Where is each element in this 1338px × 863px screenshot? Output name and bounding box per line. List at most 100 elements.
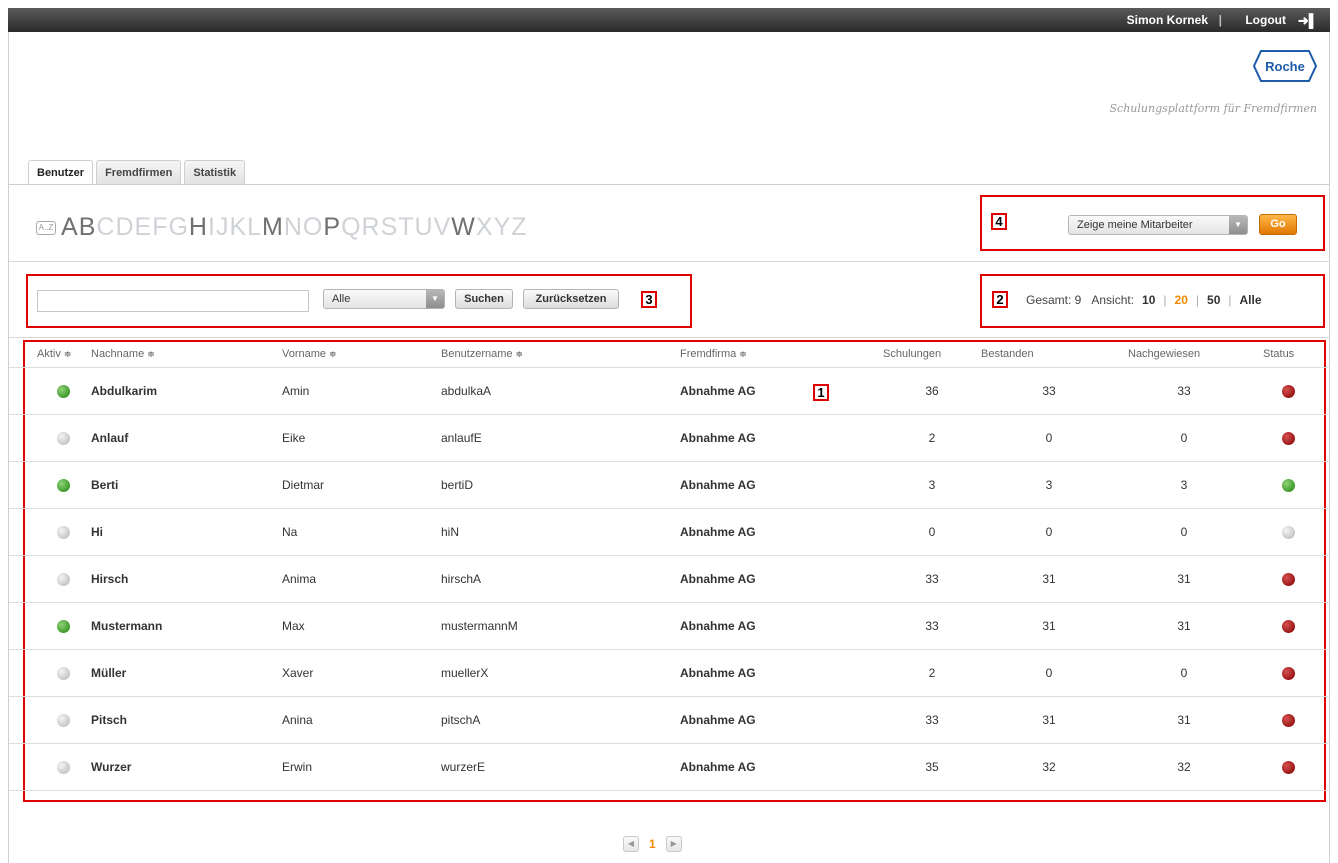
logout-icon[interactable]: ➜▌ — [1298, 13, 1318, 29]
sort-icon: ≑ — [147, 349, 155, 359]
table-row[interactable]: Hirsch Anima hirschA Abnahme AG 33 31 31 — [9, 555, 1330, 602]
employee-filter-value: Zeige meine Mitarbeiter — [1077, 219, 1193, 231]
table-bottom-border — [9, 790, 1330, 791]
alphabet-letter-j: J — [215, 213, 230, 241]
alphabet-letter-q: Q — [341, 213, 362, 241]
cell-vorname: Xaver — [282, 666, 314, 680]
alphabet-letter-a[interactable]: A — [61, 213, 79, 242]
cell-vorname: Na — [282, 525, 298, 539]
cell-vorname: Anina — [282, 713, 313, 727]
page-size-50[interactable]: 50 — [1199, 293, 1228, 307]
alphabet-letter-u: U — [414, 213, 434, 241]
cell-bestanden: 0 — [1045, 666, 1053, 680]
alphabet-letter-y: Y — [493, 213, 512, 241]
current-page[interactable]: 1 — [649, 837, 656, 851]
status-indicator-icon — [1282, 620, 1295, 633]
active-indicator-icon — [57, 526, 70, 539]
tab-benutzer[interactable]: Benutzer — [28, 160, 94, 185]
active-indicator-icon — [57, 573, 70, 586]
cell-nachname: Wurzer — [91, 760, 132, 774]
annotation-label-1: 1 — [813, 384, 829, 401]
active-indicator-icon — [57, 667, 70, 680]
table-row[interactable]: Wurzer Erwin wurzerE Abnahme AG 35 32 32 — [9, 743, 1330, 790]
search-scope-select[interactable]: Alle ▼ — [323, 289, 445, 309]
status-indicator-icon — [1282, 526, 1295, 539]
page-content: Roche Schulungsplattform für Fremdfirmen… — [8, 32, 1330, 863]
search-scope-value: Alle — [332, 293, 351, 305]
active-indicator-icon — [57, 385, 70, 398]
column-header-benutzername[interactable]: Benutzername ≑ — [441, 348, 523, 360]
table-row[interactable]: Müller Xaver muellerX Abnahme AG 2 0 0 — [9, 649, 1330, 696]
chevron-left-icon[interactable]: ◀ — [623, 836, 639, 852]
search-button[interactable]: Suchen — [455, 289, 513, 309]
alphabet-letter-p[interactable]: P — [323, 213, 341, 242]
table-row[interactable]: Mustermann Max mustermannM Abnahme AG 33 31 31 — [9, 602, 1330, 649]
cell-benutzername: muellerX — [441, 666, 489, 680]
alphabet-letter-v: V — [433, 213, 452, 241]
cell-nachname: Anlauf — [91, 431, 129, 445]
alphabet-letter-h[interactable]: H — [189, 213, 208, 242]
alphabet-letter-w[interactable]: W — [451, 213, 476, 242]
table-row[interactable]: Anlauf Eike anlaufE Abnahme AG 2 0 0 — [9, 414, 1330, 461]
reset-button[interactable]: Zurücksetzen — [523, 289, 619, 309]
column-header-aktiv[interactable]: Aktiv ≑ — [37, 348, 71, 360]
cell-bestanden: 3 — [1045, 478, 1053, 492]
alphabet-letter-m[interactable]: M — [262, 213, 284, 242]
page-size-10[interactable]: 10 — [1134, 293, 1163, 307]
cell-schulungen: 2 — [928, 666, 936, 680]
alphabet-letter-x: X — [475, 213, 494, 241]
table-row[interactable]: Hi Na hiN Abnahme AG 0 0 0 — [9, 508, 1330, 555]
cell-fremdfirma: Abnahme AG — [680, 713, 756, 727]
section-divider — [9, 337, 1330, 338]
result-counts: Gesamt: 9 Ansicht: 10 | 20 | 50 | Alle — [1026, 293, 1270, 307]
employee-filter-select[interactable]: Zeige meine Mitarbeiter ▼ — [1068, 215, 1248, 235]
pagination: ◀ 1 ▶ — [623, 836, 682, 852]
chevron-right-icon[interactable]: ▶ — [665, 836, 682, 852]
az-icon[interactable]: A..Z — [36, 221, 56, 235]
section-divider — [9, 261, 1330, 262]
column-header-nachname[interactable]: Nachname ≑ — [91, 348, 155, 360]
page-size-all[interactable]: Alle — [1232, 293, 1270, 307]
status-indicator-icon — [1282, 573, 1295, 586]
tab-bar: Benutzer Fremdfirmen Statistik — [28, 160, 246, 185]
alphabet-letter-g: G — [168, 213, 189, 241]
cell-nachgewiesen: 31 — [1177, 713, 1191, 727]
logout-link[interactable]: Logout — [1245, 13, 1286, 27]
cell-benutzername: mustermannM — [441, 619, 518, 633]
cell-nachgewiesen: 0 — [1180, 666, 1188, 680]
chevron-down-icon: ▼ — [426, 290, 444, 308]
tab-statistik[interactable]: Statistik — [184, 160, 246, 184]
alphabet-letter-b[interactable]: B — [79, 213, 97, 242]
alphabet-letter-l: L — [247, 213, 263, 241]
cell-vorname: Eike — [282, 431, 306, 445]
page-size-20[interactable]: 20 — [1167, 293, 1196, 307]
go-button[interactable]: Go — [1259, 214, 1297, 235]
cell-schulungen: 33 — [925, 713, 939, 727]
column-header-vorname[interactable]: Vorname ≑ — [282, 348, 337, 360]
status-indicator-icon — [1282, 479, 1295, 492]
cell-benutzername: bertiD — [441, 478, 474, 492]
sort-icon: ≑ — [739, 349, 747, 359]
cell-fremdfirma: Abnahme AG — [680, 760, 756, 774]
annotation-label-4: 4 — [991, 213, 1007, 230]
user-name-link[interactable]: Simon Kornek — [1127, 13, 1208, 27]
cell-nachname: Hirsch — [91, 572, 129, 586]
view-label: Ansicht: — [1091, 293, 1135, 307]
table-row[interactable]: Pitsch Anina pitschA Abnahme AG 33 31 31 — [9, 696, 1330, 743]
cell-benutzername: hirschA — [441, 572, 482, 586]
tagline: Schulungsplattform für Fremdfirmen — [1109, 102, 1317, 115]
status-indicator-icon — [1282, 432, 1295, 445]
cell-fremdfirma: Abnahme AG — [680, 478, 756, 492]
cell-bestanden: 0 — [1045, 431, 1053, 445]
alphabet-letter-k: K — [229, 213, 248, 241]
tab-fremdfirmen[interactable]: Fremdfirmen — [96, 160, 182, 184]
column-header-status: Status — [1263, 348, 1295, 360]
search-input[interactable] — [37, 290, 309, 312]
table-row[interactable]: Abdulkarim Amin abdulkaA Abnahme AG 36 33 33 — [9, 367, 1330, 414]
status-indicator-icon — [1282, 761, 1295, 774]
cell-schulungen: 3 — [928, 478, 936, 492]
column-header-fremdfirma[interactable]: Fremdfirma ≑ — [680, 348, 747, 360]
table-row[interactable]: Berti Dietmar bertiD Abnahme AG 3 3 3 — [9, 461, 1330, 508]
active-indicator-icon — [57, 479, 70, 492]
cell-nachgewiesen: 0 — [1180, 431, 1188, 445]
